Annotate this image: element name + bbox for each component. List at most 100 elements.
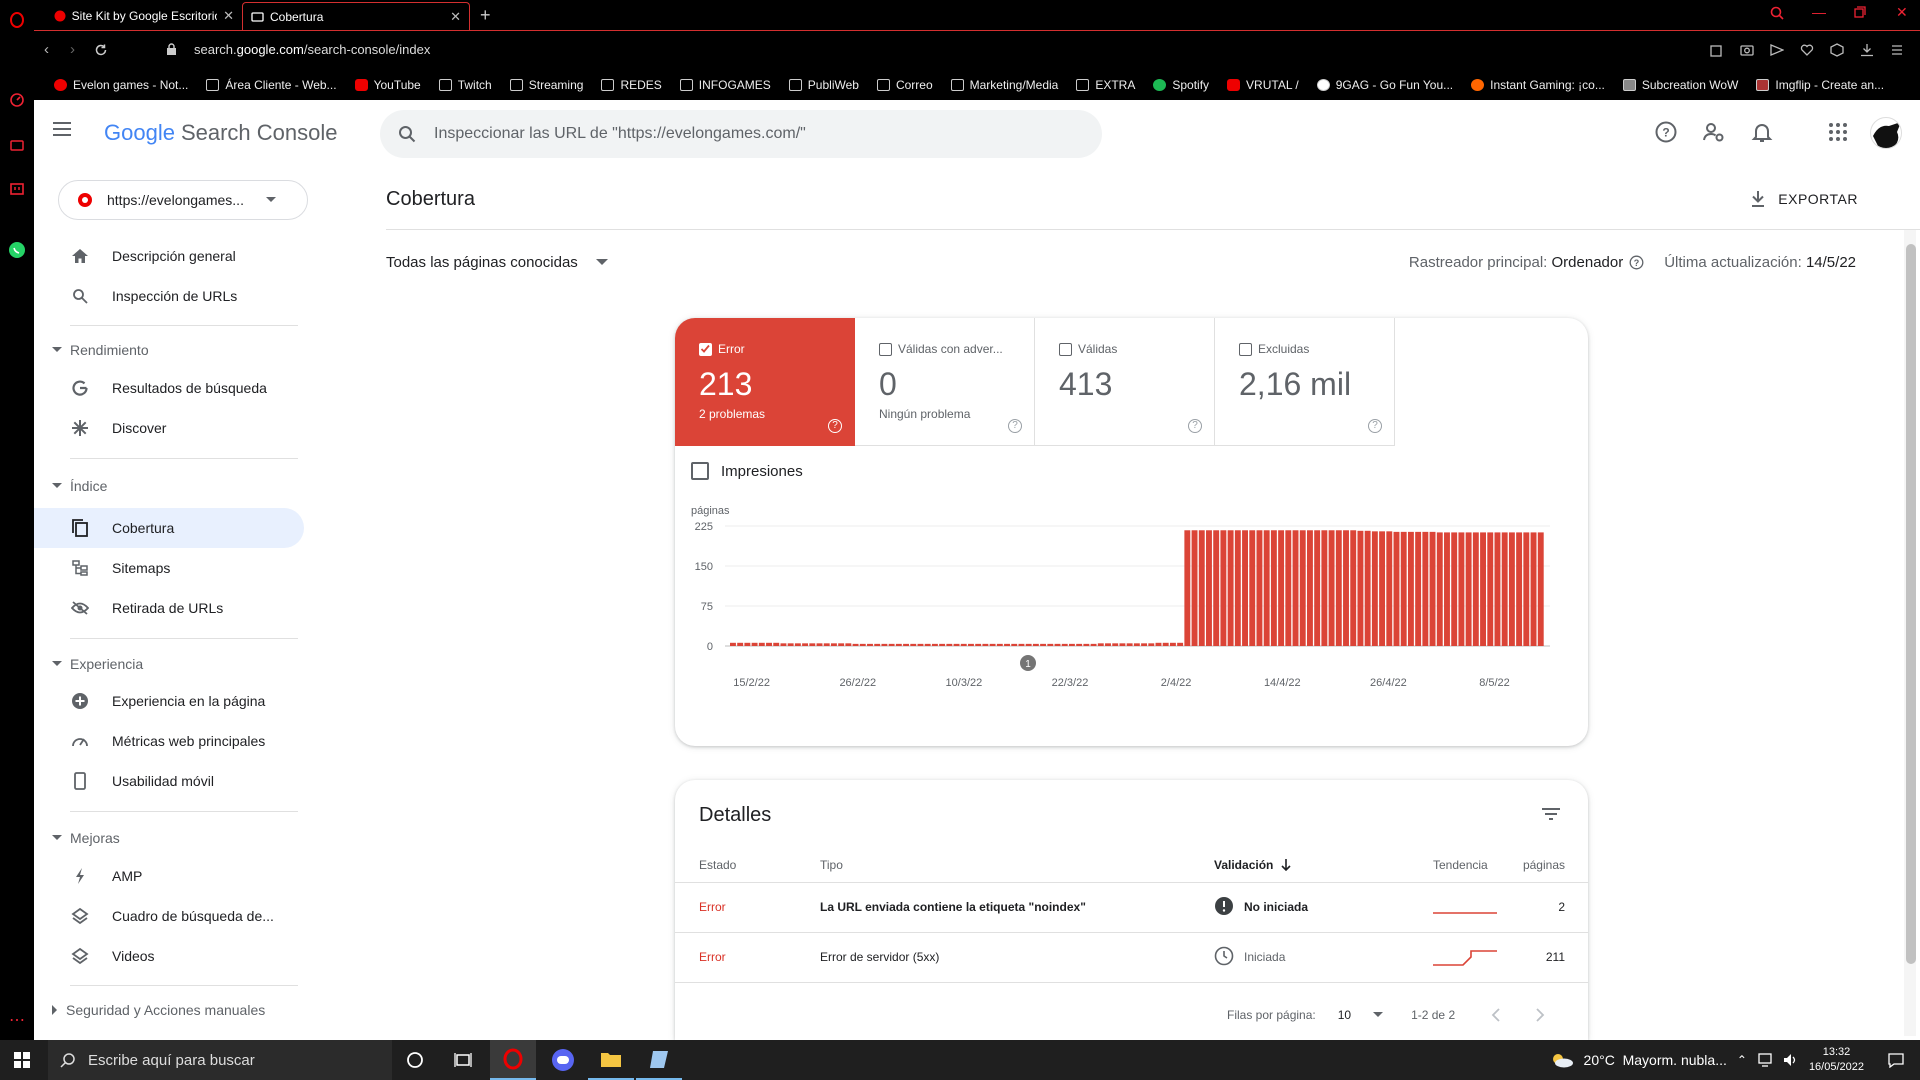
bar[interactable] (1523, 532, 1530, 646)
bookmark[interactable]: Marketing/Media (950, 78, 1058, 92)
bar[interactable] (1191, 530, 1198, 646)
more-icon[interactable]: ⋯ (7, 1010, 27, 1030)
bar[interactable] (989, 643, 996, 646)
bookmark[interactable]: Subcreation WoW (1622, 78, 1738, 92)
restore-icon[interactable] (1854, 6, 1866, 18)
bar[interactable] (1126, 643, 1133, 646)
bar[interactable] (1379, 531, 1386, 646)
weather-text[interactable]: 20°C Mayorm. nubla... (1584, 1052, 1727, 1068)
bar[interactable] (874, 643, 881, 646)
send-icon[interactable] (1770, 43, 1784, 57)
bar[interactable] (1343, 530, 1349, 646)
nav-section-experience[interactable]: Experiencia (52, 652, 143, 676)
bar[interactable] (1429, 531, 1436, 646)
bar[interactable] (1220, 530, 1227, 646)
export-button[interactable]: EXPORTAR (1750, 190, 1858, 208)
nav-section-performance[interactable]: Rendimiento (52, 338, 149, 362)
bar[interactable] (1061, 643, 1068, 646)
bar[interactable] (1350, 530, 1357, 646)
nav-videos[interactable]: Videos (34, 936, 304, 976)
bar[interactable] (1263, 530, 1270, 646)
pages-filter-dropdown[interactable]: Todas las páginas conocidas (386, 254, 608, 271)
bar[interactable] (1270, 530, 1277, 646)
bar[interactable] (1206, 530, 1212, 646)
bar[interactable] (830, 643, 837, 646)
bar[interactable] (1004, 643, 1010, 646)
bookmark[interactable]: Evelon games - Not... (54, 78, 188, 92)
nav-page-experience[interactable]: Experiencia en la página (34, 681, 304, 721)
easy-setup-icon[interactable] (1890, 43, 1904, 57)
bar[interactable] (780, 643, 787, 646)
bar[interactable] (1018, 643, 1025, 646)
help-icon[interactable]: ? (1368, 419, 1382, 433)
menu-icon[interactable] (52, 122, 72, 136)
bar[interactable] (1105, 643, 1111, 646)
bar[interactable] (917, 643, 924, 646)
url-field[interactable]: search.google.com/search-console/index (194, 42, 430, 57)
stat-error[interactable]: Error 213 2 problemas ? (675, 318, 855, 446)
bar[interactable] (1047, 643, 1054, 646)
property-selector[interactable]: https://evelongames... (58, 180, 308, 220)
checkbox-checked-icon[interactable] (699, 342, 712, 356)
checkbox-icon[interactable] (879, 342, 892, 356)
help-icon[interactable]: ? (1188, 419, 1202, 433)
scrollbar-thumb[interactable] (1906, 244, 1916, 964)
search-tabs-icon[interactable] (1770, 6, 1784, 20)
bar[interactable] (1328, 530, 1335, 646)
bar[interactable] (744, 642, 751, 646)
bar[interactable] (730, 642, 736, 646)
bar[interactable] (1508, 532, 1515, 646)
bar[interactable] (1148, 643, 1155, 646)
bookmark[interactable]: Twitch (438, 78, 492, 92)
workspaces-icon[interactable] (7, 135, 27, 155)
nav-mobile-usability[interactable]: Usabilidad móvil (34, 761, 304, 801)
bar[interactable] (1357, 530, 1364, 646)
bookmark[interactable]: Imgflip - Create an... (1756, 78, 1884, 92)
bar[interactable] (1299, 530, 1306, 646)
nav-web-vitals[interactable]: Métricas web principales (34, 721, 304, 761)
bar[interactable] (1256, 530, 1263, 646)
forward-icon[interactable]: › (70, 41, 75, 58)
bar[interactable] (960, 643, 967, 646)
col-type[interactable]: Tipo (820, 858, 843, 872)
bar[interactable] (751, 642, 758, 646)
discord-taskbar-icon[interactable] (540, 1040, 586, 1080)
annotation-marker[interactable]: 1 (1020, 655, 1036, 671)
bar[interactable] (953, 643, 960, 646)
nav-search-results[interactable]: Resultados de búsqueda (34, 368, 304, 408)
col-status[interactable]: Estado (699, 858, 736, 872)
bar[interactable] (1371, 531, 1378, 646)
bar[interactable] (737, 642, 744, 646)
bar[interactable] (1040, 643, 1047, 646)
nav-sitelinks-search[interactable]: Cuadro de búsqueda de... (34, 896, 304, 936)
nav-removals[interactable]: Retirada de URLs (34, 588, 304, 628)
bar[interactable] (1090, 643, 1097, 646)
close-window-icon[interactable]: ✕ (1896, 4, 1908, 21)
table-row[interactable]: Error La URL enviada contiene la etiquet… (675, 882, 1588, 932)
bookmark[interactable]: VRUTAL / (1227, 78, 1299, 92)
opera-logo-icon[interactable] (7, 10, 27, 30)
bar[interactable] (1415, 531, 1422, 646)
bar[interactable] (1537, 532, 1544, 646)
bar[interactable] (1436, 532, 1443, 646)
cortana-icon[interactable] (392, 1040, 438, 1080)
help-icon[interactable]: ? (1008, 419, 1022, 433)
bar[interactable] (931, 643, 938, 646)
bar[interactable] (1054, 643, 1061, 646)
speed-dial-icon[interactable] (7, 90, 27, 110)
tab-sitekit[interactable]: Site Kit by Google Escritorio ✕ (46, 2, 242, 30)
bar[interactable] (1386, 531, 1393, 646)
bar[interactable] (1278, 530, 1285, 646)
users-settings-icon[interactable] (1702, 120, 1730, 148)
bar[interactable] (1393, 531, 1400, 646)
bar[interactable] (1530, 532, 1537, 646)
bar[interactable] (1400, 531, 1407, 646)
close-tab-icon[interactable]: ✕ (223, 8, 234, 24)
bar[interactable] (910, 643, 917, 646)
bar[interactable] (758, 642, 765, 646)
bar[interactable] (1213, 530, 1220, 646)
bar[interactable] (1472, 532, 1479, 646)
bar[interactable] (852, 643, 859, 646)
opera-taskbar-icon[interactable] (490, 1040, 536, 1080)
col-pages[interactable]: páginas (1509, 858, 1565, 872)
